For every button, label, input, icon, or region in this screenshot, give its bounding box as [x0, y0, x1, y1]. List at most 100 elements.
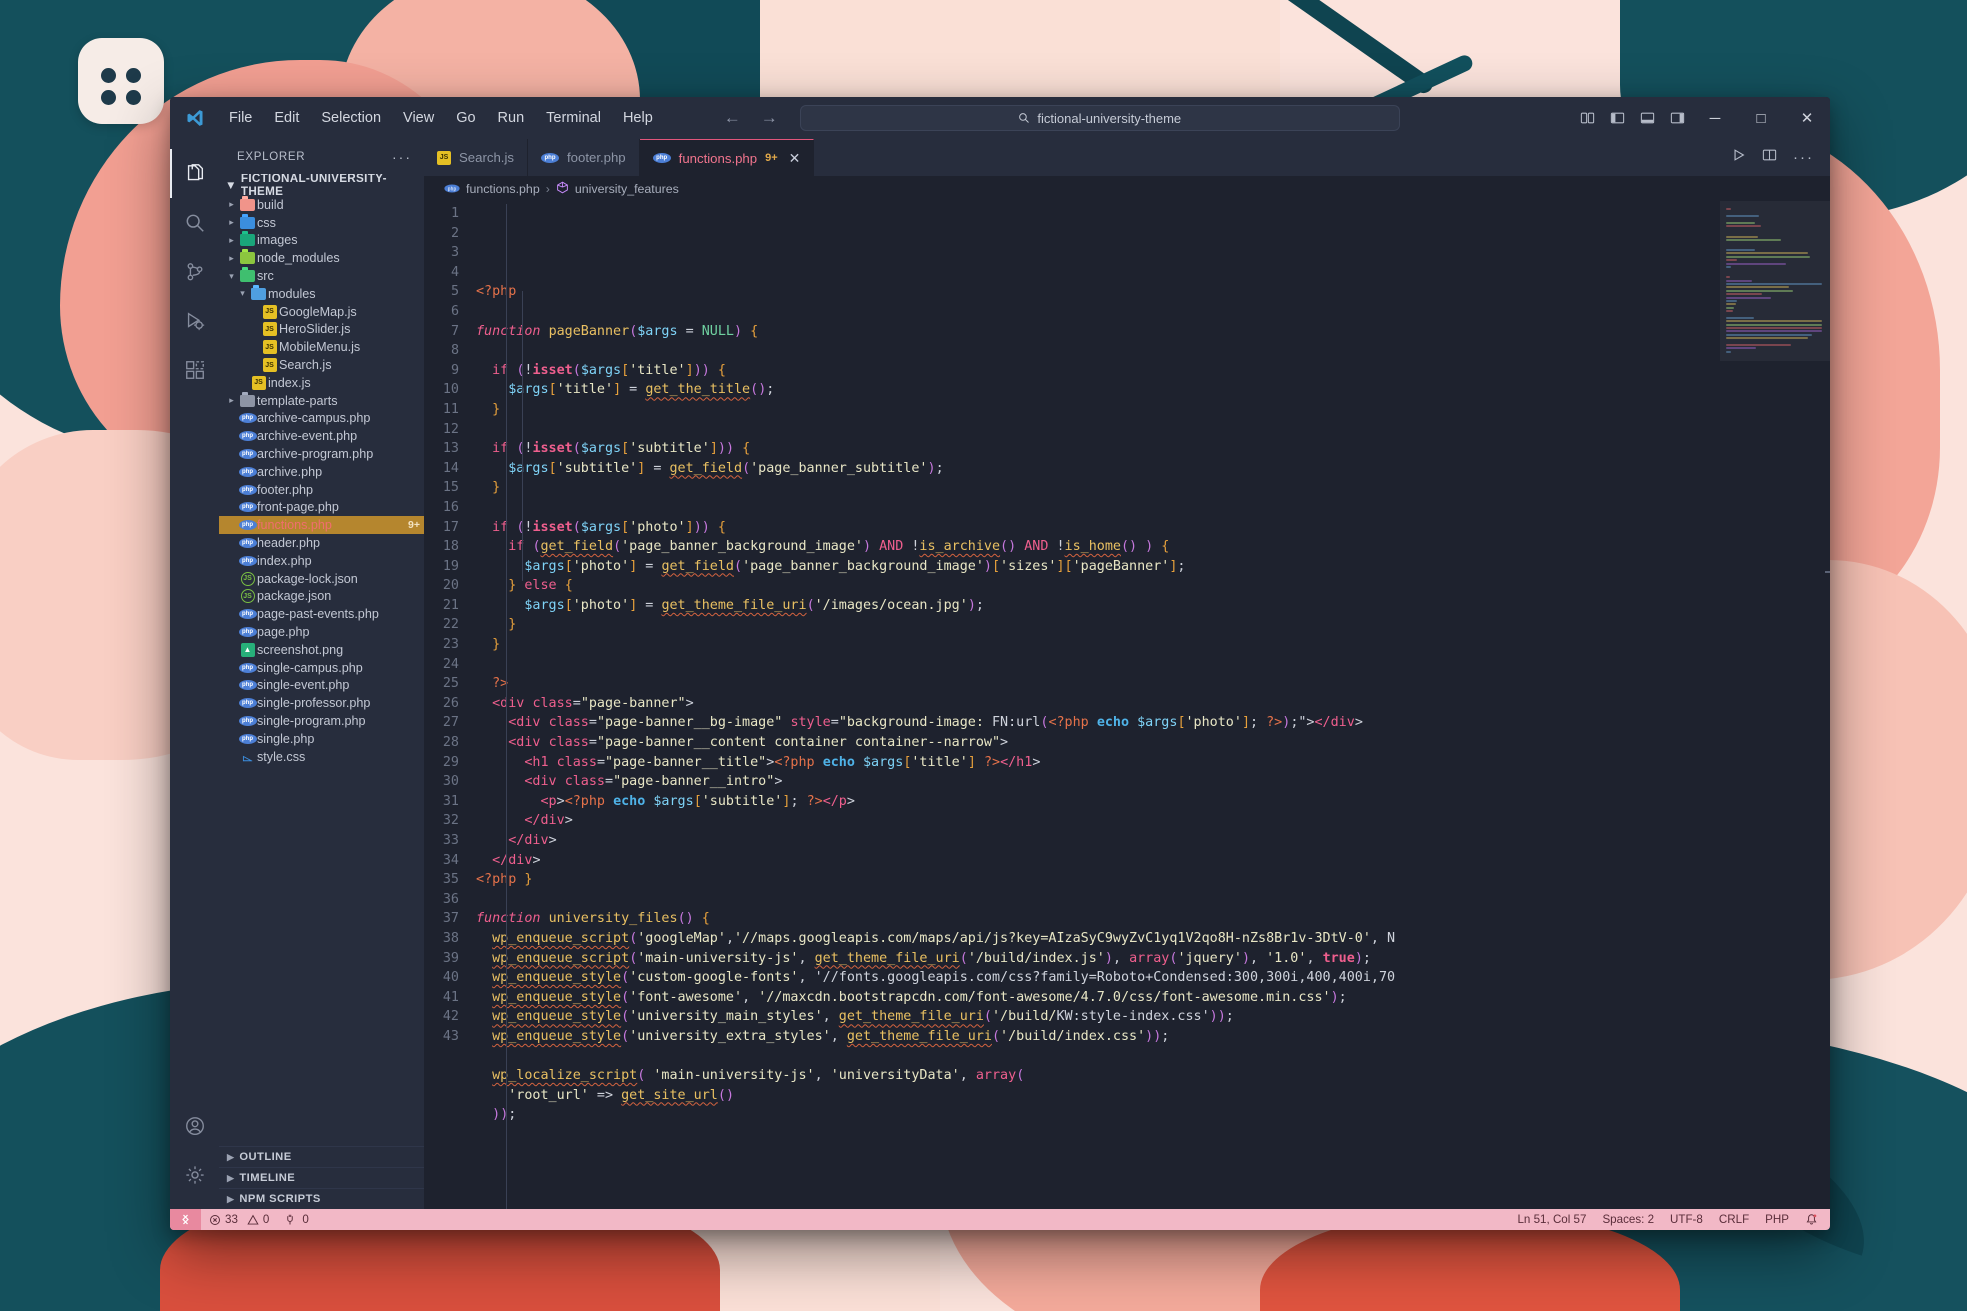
- explorer-more-actions-icon[interactable]: ···: [392, 149, 412, 165]
- code-line[interactable]: wp_enqueue_script('main-university-js', …: [476, 949, 1720, 969]
- code-editor[interactable]: 1 2 3 4 5 6 7 8 9 10 11 12 13 14 15 16 17 18 19 20 21 22 23 24 2…: [424, 201, 1720, 1209]
- code-line[interactable]: if (!isset($args['subtitle'])) {: [476, 439, 1720, 459]
- code-lines[interactable]: <?php function pageBanner($args = NULL) …: [472, 201, 1720, 1209]
- ports-indicator[interactable]: 0: [277, 1213, 316, 1226]
- editor-tab-functions-php[interactable]: php functions.php 9+ ✕: [640, 139, 815, 176]
- menu-view[interactable]: View: [392, 106, 445, 130]
- tree-item-index-php[interactable]: php index.php: [219, 552, 424, 570]
- menu-run[interactable]: Run: [487, 106, 536, 130]
- workspace-root-row[interactable]: ▼ FICTIONAL-UNIVERSITY-THEME: [219, 174, 424, 196]
- file-tree[interactable]: ▼ FICTIONAL-UNIVERSITY-THEME ▸ build ▸ css ▸…: [219, 174, 424, 1146]
- code-line[interactable]: [476, 890, 1720, 910]
- tree-item-mobilemenu-js[interactable]: JS MobileMenu.js: [219, 338, 424, 356]
- tree-item-single-professor-php[interactable]: php single-professor.php: [219, 694, 424, 712]
- toggle-secondary-sidebar-icon[interactable]: [1662, 111, 1692, 125]
- code-line[interactable]: }: [476, 478, 1720, 498]
- menu-terminal[interactable]: Terminal: [535, 106, 612, 130]
- tree-item-archive-campus-php[interactable]: php archive-campus.php: [219, 410, 424, 428]
- tree-item-index-js[interactable]: JS index.js: [219, 374, 424, 392]
- tree-item-page-past-events-php[interactable]: php page-past-events.php: [219, 605, 424, 623]
- chevron-right-icon[interactable]: ▸: [225, 253, 238, 264]
- code-line[interactable]: }: [476, 635, 1720, 655]
- activity-run-debug[interactable]: [170, 296, 219, 345]
- split-editor-right-icon[interactable]: [1762, 148, 1777, 167]
- forward-arrow-icon[interactable]: →: [761, 108, 778, 128]
- sidebar-panel-outline[interactable]: ▶ OUTLINE: [219, 1146, 424, 1167]
- window-minimize-button[interactable]: ─: [1692, 97, 1738, 139]
- command-search-input[interactable]: fictional-university-theme: [800, 105, 1400, 131]
- chevron-down-icon[interactable]: ▾: [225, 271, 238, 282]
- remote-window-indicator[interactable]: [170, 1209, 201, 1230]
- tree-item-functions-php[interactable]: php functions.php 9+: [219, 516, 424, 534]
- breadcrumb-file[interactable]: functions.php: [466, 182, 540, 196]
- code-line[interactable]: [476, 302, 1720, 322]
- window-close-button[interactable]: ✕: [1784, 97, 1830, 139]
- sidebar-panel-timeline[interactable]: ▶ TIMELINE: [219, 1167, 424, 1188]
- code-line[interactable]: </div>: [476, 811, 1720, 831]
- code-line[interactable]: </div>: [476, 851, 1720, 871]
- activity-explorer[interactable]: [170, 149, 219, 198]
- code-line[interactable]: wp_enqueue_script('googleMap','//maps.go…: [476, 929, 1720, 949]
- tree-item-css[interactable]: ▸ css: [219, 214, 424, 232]
- code-line[interactable]: [476, 420, 1720, 440]
- toggle-panel-icon[interactable]: [1632, 111, 1662, 125]
- editor-tab-footer-php[interactable]: php footer.php: [528, 139, 640, 176]
- code-line[interactable]: wp_enqueue_style('custom-google-fonts', …: [476, 968, 1720, 988]
- tree-item-template-parts[interactable]: ▸ template-parts: [219, 392, 424, 410]
- code-line[interactable]: [476, 1047, 1720, 1067]
- code-line[interactable]: if (!isset($args['title'])) {: [476, 361, 1720, 381]
- code-line[interactable]: ));: [476, 1105, 1720, 1125]
- tree-item-heroslider-js[interactable]: JS HeroSlider.js: [219, 321, 424, 339]
- chevron-right-icon[interactable]: ▸: [225, 217, 238, 228]
- breadcrumb-symbol[interactable]: university_features: [575, 182, 679, 196]
- code-line[interactable]: <div class="page-banner__bg-image" style…: [476, 713, 1720, 733]
- tree-item-single-program-php[interactable]: php single-program.php: [219, 712, 424, 730]
- tree-item-single-campus-php[interactable]: php single-campus.php: [219, 659, 424, 677]
- tree-item-package-json[interactable]: JS package.json: [219, 588, 424, 606]
- tree-item-style-css[interactable]: ⌳ style.css: [219, 748, 424, 766]
- minimap[interactable]: [1720, 201, 1830, 1209]
- chevron-right-icon[interactable]: ▸: [225, 395, 238, 406]
- chevron-right-icon[interactable]: ▸: [225, 235, 238, 246]
- tree-item-node-modules[interactable]: ▸ node_modules: [219, 249, 424, 267]
- problems-indicator[interactable]: 33 0: [201, 1213, 277, 1226]
- code-line[interactable]: function pageBanner($args = NULL) {: [476, 322, 1720, 342]
- close-icon[interactable]: ✕: [789, 150, 801, 167]
- menu-help[interactable]: Help: [612, 106, 664, 130]
- code-line[interactable]: wp_enqueue_style('university_extra_style…: [476, 1027, 1720, 1047]
- activity-accounts[interactable]: [170, 1101, 219, 1150]
- tree-item-page-php[interactable]: php page.php: [219, 623, 424, 641]
- activity-search[interactable]: [170, 198, 219, 247]
- code-line[interactable]: 'root_url' => get_site_url(): [476, 1086, 1720, 1106]
- cursor-position[interactable]: Ln 51, Col 57: [1509, 1213, 1594, 1226]
- toggle-primary-sidebar-icon[interactable]: [1602, 111, 1632, 125]
- tree-item-footer-php[interactable]: php footer.php: [219, 481, 424, 499]
- code-line[interactable]: function university_files() {: [476, 909, 1720, 929]
- code-line[interactable]: wp_localize_script( 'main-university-js'…: [476, 1066, 1720, 1086]
- run-php-button-icon[interactable]: [1732, 148, 1746, 167]
- tree-item-googlemap-js[interactable]: JS GoogleMap.js: [219, 303, 424, 321]
- code-line[interactable]: <h1 class="page-banner__title"><?php ech…: [476, 753, 1720, 773]
- tree-item-archive-event-php[interactable]: php archive-event.php: [219, 427, 424, 445]
- customize-layout-icon[interactable]: [1572, 111, 1602, 125]
- sidebar-panel-npm-scripts[interactable]: ▶ NPM SCRIPTS: [219, 1188, 424, 1209]
- tree-item-archive-program-php[interactable]: php archive-program.php: [219, 445, 424, 463]
- code-line[interactable]: $args['subtitle'] = get_field('page_bann…: [476, 459, 1720, 479]
- encoding-setting[interactable]: UTF-8: [1662, 1213, 1711, 1226]
- code-line[interactable]: <div class="page-banner__intro">: [476, 772, 1720, 792]
- tree-item-images[interactable]: ▸ images: [219, 232, 424, 250]
- code-line[interactable]: } else {: [476, 576, 1720, 596]
- code-line[interactable]: <?php }: [476, 870, 1720, 890]
- code-line[interactable]: [476, 655, 1720, 675]
- indentation-setting[interactable]: Spaces: 2: [1594, 1213, 1662, 1226]
- code-line[interactable]: $args['photo'] = get_field('page_banner_…: [476, 557, 1720, 577]
- tree-item-package-lock-json[interactable]: JS package-lock.json: [219, 570, 424, 588]
- notifications-bell[interactable]: [1797, 1213, 1830, 1226]
- tree-item-modules[interactable]: ▾ modules: [219, 285, 424, 303]
- editor-more-actions-icon[interactable]: ···: [1793, 149, 1814, 166]
- chevron-down-icon[interactable]: ▾: [236, 288, 249, 299]
- menu-selection[interactable]: Selection: [310, 106, 392, 130]
- back-arrow-icon[interactable]: ←: [724, 108, 741, 128]
- tree-item-search-js[interactable]: JS Search.js: [219, 356, 424, 374]
- code-line[interactable]: <?php: [476, 282, 1720, 302]
